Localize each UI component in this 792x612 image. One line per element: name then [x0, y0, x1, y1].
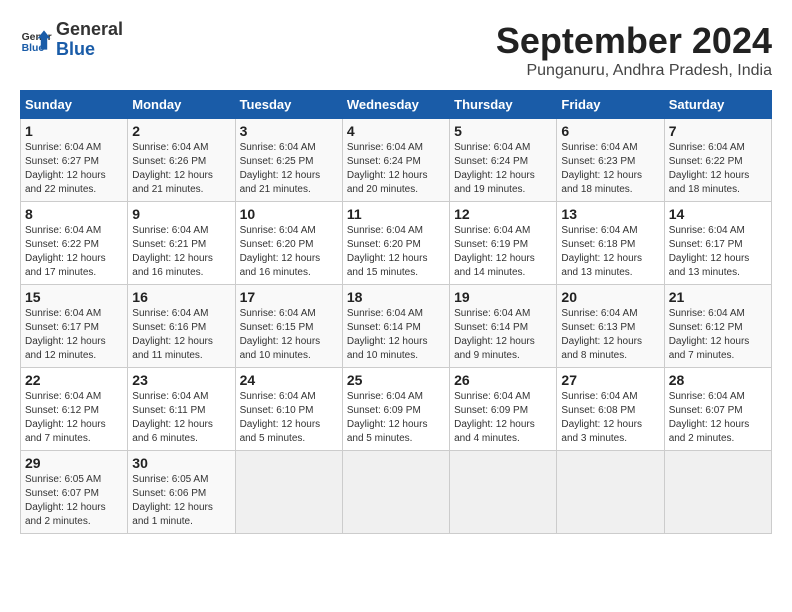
header-monday: Monday: [128, 91, 235, 119]
calendar-day-26: 26Sunrise: 6:04 AM Sunset: 6:09 PM Dayli…: [450, 368, 557, 451]
calendar-week-1: 8Sunrise: 6:04 AM Sunset: 6:22 PM Daylig…: [21, 202, 772, 285]
calendar-empty: [664, 451, 771, 534]
calendar-week-3: 22Sunrise: 6:04 AM Sunset: 6:12 PM Dayli…: [21, 368, 772, 451]
calendar-day-11: 11Sunrise: 6:04 AM Sunset: 6:20 PM Dayli…: [342, 202, 449, 285]
calendar-week-2: 15Sunrise: 6:04 AM Sunset: 6:17 PM Dayli…: [21, 285, 772, 368]
calendar-day-3: 3Sunrise: 6:04 AM Sunset: 6:25 PM Daylig…: [235, 119, 342, 202]
calendar-week-4: 29Sunrise: 6:05 AM Sunset: 6:07 PM Dayli…: [21, 451, 772, 534]
calendar-day-2: 2Sunrise: 6:04 AM Sunset: 6:26 PM Daylig…: [128, 119, 235, 202]
calendar-day-13: 13Sunrise: 6:04 AM Sunset: 6:18 PM Dayli…: [557, 202, 664, 285]
calendar-day-17: 17Sunrise: 6:04 AM Sunset: 6:15 PM Dayli…: [235, 285, 342, 368]
calendar-day-19: 19Sunrise: 6:04 AM Sunset: 6:14 PM Dayli…: [450, 285, 557, 368]
calendar-day-7: 7Sunrise: 6:04 AM Sunset: 6:22 PM Daylig…: [664, 119, 771, 202]
calendar-empty: [557, 451, 664, 534]
calendar-empty: [450, 451, 557, 534]
calendar-day-5: 5Sunrise: 6:04 AM Sunset: 6:24 PM Daylig…: [450, 119, 557, 202]
location-subtitle: Punganuru, Andhra Pradesh, India: [496, 62, 772, 80]
calendar-day-20: 20Sunrise: 6:04 AM Sunset: 6:13 PM Dayli…: [557, 285, 664, 368]
logo-icon: General Blue: [20, 24, 52, 56]
header-friday: Friday: [557, 91, 664, 119]
calendar-day-12: 12Sunrise: 6:04 AM Sunset: 6:19 PM Dayli…: [450, 202, 557, 285]
calendar-day-28: 28Sunrise: 6:04 AM Sunset: 6:07 PM Dayli…: [664, 368, 771, 451]
calendar-day-9: 9Sunrise: 6:04 AM Sunset: 6:21 PM Daylig…: [128, 202, 235, 285]
calendar-day-27: 27Sunrise: 6:04 AM Sunset: 6:08 PM Dayli…: [557, 368, 664, 451]
calendar-day-8: 8Sunrise: 6:04 AM Sunset: 6:22 PM Daylig…: [21, 202, 128, 285]
calendar-week-0: 1Sunrise: 6:04 AM Sunset: 6:27 PM Daylig…: [21, 119, 772, 202]
calendar-day-16: 16Sunrise: 6:04 AM Sunset: 6:16 PM Dayli…: [128, 285, 235, 368]
calendar-table: Sunday Monday Tuesday Wednesday Thursday…: [20, 90, 772, 534]
header-tuesday: Tuesday: [235, 91, 342, 119]
calendar-day-22: 22Sunrise: 6:04 AM Sunset: 6:12 PM Dayli…: [21, 368, 128, 451]
header-saturday: Saturday: [664, 91, 771, 119]
calendar-day-23: 23Sunrise: 6:04 AM Sunset: 6:11 PM Dayli…: [128, 368, 235, 451]
page-header: General Blue General Blue September 2024…: [20, 20, 772, 80]
calendar-body: 1Sunrise: 6:04 AM Sunset: 6:27 PM Daylig…: [21, 119, 772, 534]
calendar-day-15: 15Sunrise: 6:04 AM Sunset: 6:17 PM Dayli…: [21, 285, 128, 368]
calendar-day-18: 18Sunrise: 6:04 AM Sunset: 6:14 PM Dayli…: [342, 285, 449, 368]
logo-text: General Blue: [56, 20, 123, 60]
calendar-day-6: 6Sunrise: 6:04 AM Sunset: 6:23 PM Daylig…: [557, 119, 664, 202]
header-sunday: Sunday: [21, 91, 128, 119]
calendar-day-29: 29Sunrise: 6:05 AM Sunset: 6:07 PM Dayli…: [21, 451, 128, 534]
calendar-day-24: 24Sunrise: 6:04 AM Sunset: 6:10 PM Dayli…: [235, 368, 342, 451]
title-block: September 2024 Punganuru, Andhra Pradesh…: [496, 20, 772, 80]
header-thursday: Thursday: [450, 91, 557, 119]
calendar-empty: [235, 451, 342, 534]
month-title: September 2024: [496, 20, 772, 62]
calendar-day-1: 1Sunrise: 6:04 AM Sunset: 6:27 PM Daylig…: [21, 119, 128, 202]
calendar-day-4: 4Sunrise: 6:04 AM Sunset: 6:24 PM Daylig…: [342, 119, 449, 202]
calendar-day-14: 14Sunrise: 6:04 AM Sunset: 6:17 PM Dayli…: [664, 202, 771, 285]
header-row: Sunday Monday Tuesday Wednesday Thursday…: [21, 91, 772, 119]
header-wednesday: Wednesday: [342, 91, 449, 119]
calendar-day-10: 10Sunrise: 6:04 AM Sunset: 6:20 PM Dayli…: [235, 202, 342, 285]
logo: General Blue General Blue: [20, 20, 123, 60]
calendar-day-25: 25Sunrise: 6:04 AM Sunset: 6:09 PM Dayli…: [342, 368, 449, 451]
calendar-day-30: 30Sunrise: 6:05 AM Sunset: 6:06 PM Dayli…: [128, 451, 235, 534]
calendar-day-21: 21Sunrise: 6:04 AM Sunset: 6:12 PM Dayli…: [664, 285, 771, 368]
calendar-empty: [342, 451, 449, 534]
